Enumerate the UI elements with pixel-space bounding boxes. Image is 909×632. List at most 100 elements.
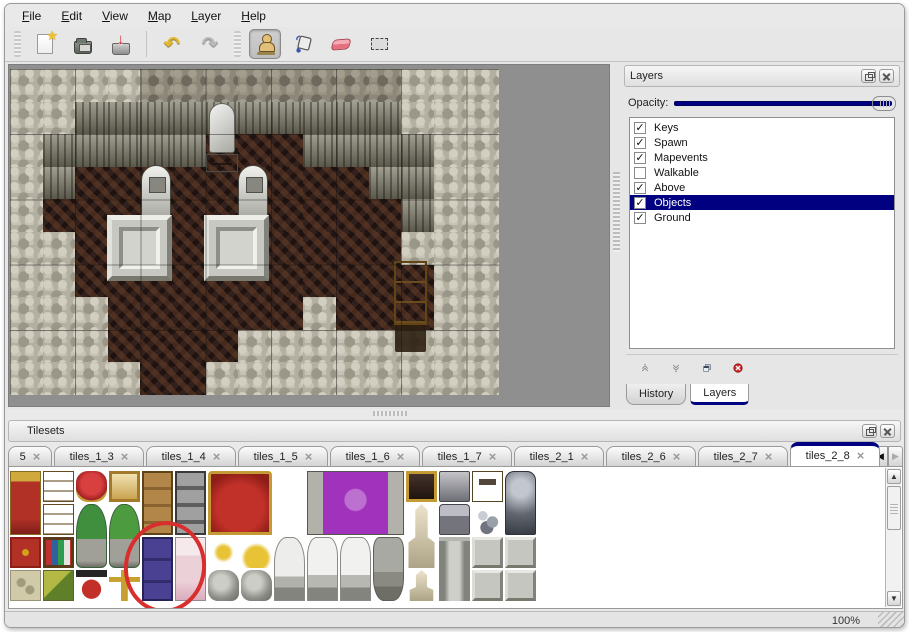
tileset-tab-tiles_1_4[interactable]: tiles_1_4× xyxy=(146,446,236,467)
tileset-tile-portrait[interactable] xyxy=(406,471,437,502)
splitter-grip[interactable] xyxy=(613,172,620,252)
tileset-tile-metal-box[interactable] xyxy=(439,471,470,502)
vertical-splitter[interactable] xyxy=(612,62,622,409)
tileset-tab-tiles_2_7[interactable]: tiles_2_7× xyxy=(698,446,788,467)
layer-row-objects[interactable]: ✓Objects xyxy=(630,195,894,210)
tab-close-icon[interactable]: × xyxy=(765,452,773,462)
close-panel-icon[interactable] xyxy=(880,424,895,438)
tileset-tab-tiles_2_6[interactable]: tiles_2_6× xyxy=(606,446,696,467)
tileset-tile-banner-red[interactable] xyxy=(10,471,41,535)
scrollbar-thumb[interactable] xyxy=(887,486,901,530)
new-file-button[interactable]: ★ xyxy=(29,29,61,59)
tileset-tile-pillar[interactable] xyxy=(439,537,470,601)
layer-row-walkable[interactable]: Walkable xyxy=(630,165,894,180)
tileset-tile-statue-angel[interactable] xyxy=(307,537,338,601)
tileset-tile-metal-chest[interactable] xyxy=(439,504,470,535)
tileset-tab-tiles_1_3[interactable]: tiles_1_3× xyxy=(54,446,144,467)
layer-visibility-checkbox[interactable] xyxy=(634,167,646,179)
tileset-tile-throne-purple[interactable] xyxy=(307,471,404,535)
tab-close-icon[interactable]: × xyxy=(121,452,129,462)
layer-row-keys[interactable]: ✓Keys xyxy=(630,120,894,135)
close-panel-icon[interactable] xyxy=(879,69,894,83)
opacity-slider-track[interactable] xyxy=(674,101,892,106)
tileset-tile-bookshelf[interactable] xyxy=(43,537,74,568)
redo-button[interactable]: ↷ xyxy=(194,29,226,59)
menu-layer[interactable]: Layer xyxy=(182,6,230,26)
tileset-tab-tiles_2_1[interactable]: tiles_2_1× xyxy=(514,446,604,467)
tileset-tile-wheel-red[interactable] xyxy=(76,570,107,601)
horizontal-splitter[interactable] xyxy=(5,409,904,418)
tileset-scrollbar[interactable]: ▲ ▼ xyxy=(885,468,901,607)
tileset-tile-rug-red[interactable] xyxy=(10,537,41,568)
raise-layer-button[interactable] xyxy=(634,358,656,378)
tab-close-icon[interactable]: × xyxy=(581,452,589,462)
menu-edit[interactable]: Edit xyxy=(52,6,91,26)
tileset-tab-tiles_1_6[interactable]: tiles_1_6× xyxy=(330,446,420,467)
tileset-tile-loom[interactable] xyxy=(43,504,74,535)
tileset-tile-statue-angel[interactable] xyxy=(340,537,371,601)
tileset-tile-gold-pile[interactable] xyxy=(241,537,272,568)
stamp-tool-button[interactable] xyxy=(249,29,281,59)
layer-visibility-checkbox[interactable]: ✓ xyxy=(634,137,646,149)
layer-row-above[interactable]: ✓Above xyxy=(630,180,894,195)
tileset-tile-gold-chain[interactable] xyxy=(208,537,239,568)
tileset-tile-loom[interactable] xyxy=(43,471,74,502)
tileset-tab-tiles_2_8[interactable]: tiles_2_8× xyxy=(790,442,880,467)
layer-visibility-checkbox[interactable]: ✓ xyxy=(634,212,646,224)
tab-close-icon[interactable]: × xyxy=(213,452,221,462)
select-tool-button[interactable] xyxy=(363,29,395,59)
tileset-tile-tablet[interactable] xyxy=(10,570,41,601)
toolbar-handle[interactable] xyxy=(14,31,21,57)
opacity-slider-handle[interactable] xyxy=(872,96,896,111)
tab-close-icon[interactable]: × xyxy=(673,452,681,462)
tab-close-icon[interactable]: × xyxy=(397,452,405,462)
menu-view[interactable]: View xyxy=(93,6,137,26)
tileset-tab-tiles_1_7[interactable]: tiles_1_7× xyxy=(422,446,512,467)
tileset-tab-5[interactable]: 5× xyxy=(8,446,52,467)
map-view[interactable] xyxy=(8,64,610,407)
lower-layer-button[interactable] xyxy=(665,358,687,378)
tileset-tile-pouf-red[interactable] xyxy=(76,471,107,502)
tab-close-icon[interactable]: × xyxy=(489,452,497,462)
save-button[interactable]: ↓ xyxy=(105,29,137,59)
splitter-grip[interactable] xyxy=(373,411,407,416)
tileset-tile-obelisk-small[interactable] xyxy=(406,570,437,601)
layer-row-spawn[interactable]: ✓Spawn xyxy=(630,135,894,150)
tileset-content[interactable]: ▲ ▼ xyxy=(8,466,903,609)
tileset-tile-plant-palm[interactable] xyxy=(76,504,107,568)
scroll-up-icon[interactable]: ▲ xyxy=(887,469,901,484)
layer-visibility-checkbox[interactable]: ✓ xyxy=(634,122,646,134)
opacity-slider[interactable] xyxy=(674,95,896,111)
layer-row-ground[interactable]: ✓Ground xyxy=(630,210,894,225)
menu-map[interactable]: Map xyxy=(139,6,180,26)
tab-layers[interactable]: Layers xyxy=(690,384,749,405)
delete-layer-button[interactable] xyxy=(727,358,749,378)
tab-close-icon[interactable]: × xyxy=(305,452,313,462)
tab-close-icon[interactable]: × xyxy=(33,452,41,462)
layer-visibility-checkbox[interactable]: ✓ xyxy=(634,182,646,194)
tileset-tile-armor[interactable] xyxy=(505,471,536,535)
layer-visibility-checkbox[interactable]: ✓ xyxy=(634,197,646,209)
duplicate-layer-button[interactable] xyxy=(696,358,718,378)
tileset-tile-flag-green[interactable] xyxy=(43,570,74,601)
tileset-tab-tiles_1_5[interactable]: tiles_1_5× xyxy=(238,446,328,467)
resize-grip[interactable] xyxy=(878,612,904,628)
open-button[interactable] xyxy=(67,29,99,59)
layer-visibility-checkbox[interactable]: ✓ xyxy=(634,152,646,164)
tileset-tile-rock-gray[interactable] xyxy=(208,570,239,601)
eraser-tool-button[interactable] xyxy=(325,29,357,59)
tileset-tile-rock-gray[interactable] xyxy=(241,570,272,601)
menu-help[interactable]: Help xyxy=(232,6,275,26)
tileset-tile-armor-pile[interactable] xyxy=(472,504,503,535)
layer-list[interactable]: ✓Keys✓Spawn✓MapeventsWalkable✓Above✓Obje… xyxy=(629,117,895,349)
menu-file[interactable]: File xyxy=(13,6,50,26)
tileset-tile-platform-gray[interactable] xyxy=(505,570,536,601)
tileset-tile-platform-gray[interactable] xyxy=(472,570,503,601)
tileset-tile-throne-red[interactable] xyxy=(208,471,272,535)
fill-tool-button[interactable] xyxy=(287,29,319,59)
float-panel-icon[interactable] xyxy=(862,424,877,438)
scroll-tabs-right-icon[interactable]: ▶ xyxy=(888,446,903,467)
tab-close-icon[interactable]: × xyxy=(857,451,865,461)
tileset-tile-statue-hooded[interactable] xyxy=(274,537,305,601)
tileset-tile-gargoyle[interactable] xyxy=(373,537,404,601)
